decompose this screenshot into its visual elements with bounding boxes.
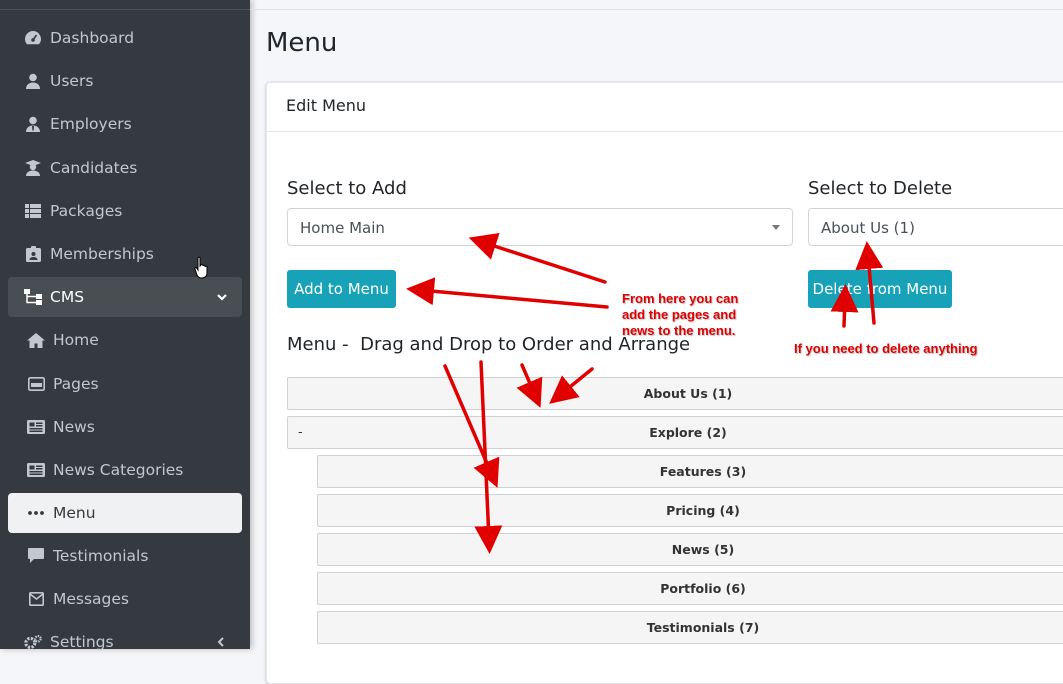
select-to-delete-label: Select to Delete [808,178,953,199]
sidebar-item-packages[interactable]: Packages [8,191,242,231]
envelope-icon [27,590,45,608]
card-header: Edit Menu [267,83,1063,132]
sidebar-item-label: Testimonials [53,547,149,565]
sidebar-item-label: Memberships [50,245,154,263]
table-icon [24,202,42,220]
home-icon [27,331,45,349]
menu-item-testimonials[interactable]: Testimonials (7) [317,611,1063,644]
sidebar-item-label: News [53,418,95,436]
menu-item-label: Pricing (4) [666,503,740,518]
sidebar-item-home[interactable]: Home [8,320,242,360]
sidebar-item-news-categories[interactable]: News Categories [8,450,242,490]
sidebar-item-label: News Categories [53,461,184,479]
sidebar-item-settings[interactable]: Settings [8,622,242,662]
chevron-down-icon [216,289,228,307]
sidebar-item-messages[interactable]: Messages [8,579,242,619]
sidebar-item-label: Candidates [50,159,138,177]
sidebar-item-label: Settings [50,633,114,651]
menu-item-label: News (5) [671,542,735,557]
news-icon [27,418,45,436]
header-divider [250,9,1063,10]
menu-item-news[interactable]: News (5) [317,533,1063,566]
sidebar-item-news[interactable]: News [8,407,242,447]
sidebar-item-menu[interactable]: Menu [8,493,242,533]
sitemap-icon [24,288,42,306]
pages-icon [27,375,45,393]
page-title: Menu [266,28,338,58]
annotation-line: From here you can [622,291,739,306]
sidebar-item-label: Dashboard [50,29,135,47]
comment-icon [27,547,45,565]
sidebar-item-label: Packages [50,202,123,220]
menu-item-label: Explore (2) [649,425,727,440]
id-card-icon [24,245,42,263]
select-to-add-label: Select to Add [287,178,407,199]
edit-menu-card: Edit Menu Select to Add Home Main Add to… [266,82,1063,684]
menu-item-features[interactable]: Features (3) [317,455,1063,488]
annotation-line: add the pages and [622,307,737,322]
menu-item-label: About Us (1) [643,386,733,401]
dashboard-icon [24,29,42,47]
sidebar: Dashboard Users Employers Candidates Pac… [0,0,250,651]
news-icon [27,461,45,479]
add-page-select[interactable]: Home Main [287,208,793,246]
cogs-icon [24,633,42,651]
sidebar-divider [0,9,250,10]
menu-item-label: Testimonials (7) [646,620,760,635]
hand-cursor-icon [194,256,210,285]
delete-from-menu-button[interactable]: Delete from Menu [808,270,952,308]
add-to-menu-button[interactable]: Add to Menu [287,270,396,308]
ellipsis-icon [27,504,45,522]
menu-item-label: Portfolio (6) [660,581,746,596]
caret-down-icon [772,225,780,230]
add-page-select-value: Home Main [300,219,385,237]
menu-item-portfolio[interactable]: Portfolio (6) [317,572,1063,605]
sidebar-item-label: Menu [53,504,96,522]
menu-item-about-us[interactable]: About Us (1) [287,377,1063,410]
annotation-line: news to the menu. [622,323,736,338]
sidebar-item-label: Messages [53,590,130,608]
sidebar-item-label: Pages [53,375,99,393]
sidebar-item-candidates[interactable]: Candidates [8,148,242,188]
delete-item-select[interactable]: About Us (1) [808,208,1063,246]
collapse-toggle[interactable]: - [298,424,303,439]
delete-item-select-value: About Us (1) [821,219,915,237]
menu-item-pricing[interactable]: Pricing (4) [317,494,1063,527]
add-annotation-note: From here you can add the pages and news… [622,291,738,339]
menu-item-label: Features (3) [659,464,747,479]
sidebar-item-label: Users [50,72,94,90]
menu-item-explore[interactable]: - Explore (2) [287,416,1063,449]
sidebar-item-pages[interactable]: Pages [8,364,242,404]
sidebar-item-testimonials[interactable]: Testimonials [8,536,242,576]
chevron-left-icon [216,634,226,652]
sidebar-item-employers[interactable]: Employers [8,104,242,144]
graduate-icon [24,159,42,177]
sidebar-item-label: CMS [50,288,85,306]
delete-annotation-note: If you need to delete anything [794,341,978,356]
sidebar-item-label: Home [53,331,99,349]
user-tie-icon [24,115,42,133]
card-title: Edit Menu [286,96,366,115]
user-icon [24,72,42,90]
sidebar-item-users[interactable]: Users [8,61,242,101]
sidebar-item-dashboard[interactable]: Dashboard [8,18,242,58]
sidebar-item-label: Employers [50,115,132,133]
